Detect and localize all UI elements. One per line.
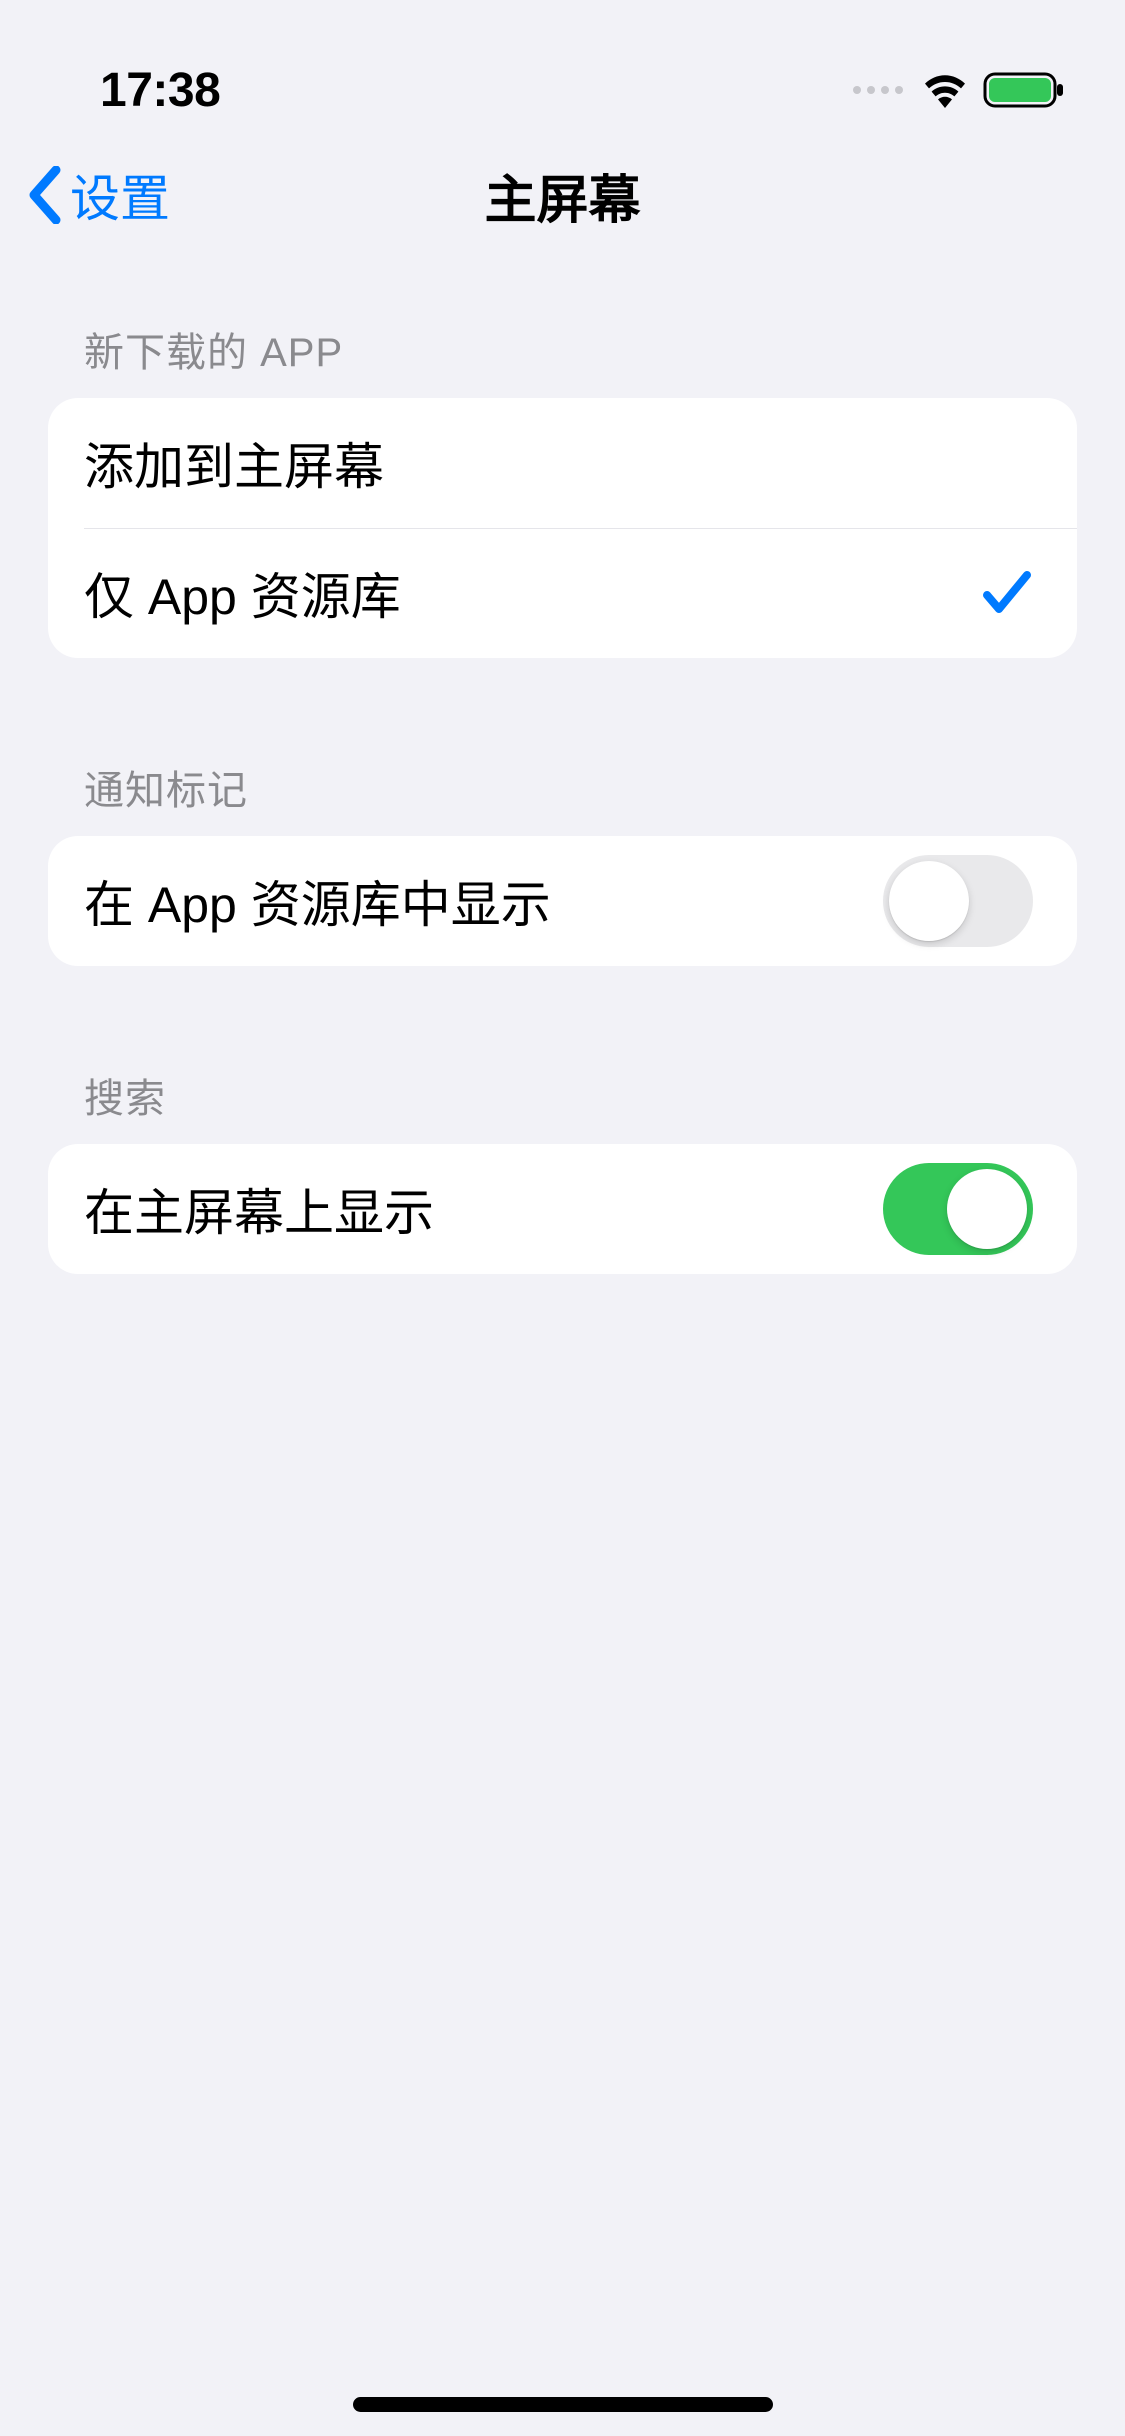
row-show-in-app-library: 在 App 资源库中显示 — [48, 836, 1077, 966]
section-header-badges: 通知标记 — [48, 758, 1077, 836]
option-app-library-only[interactable]: 仅 App 资源库 — [48, 528, 1077, 658]
content: 新下载的 APP 添加到主屏幕 仅 App 资源库 通知标记 在 App 资源库… — [0, 260, 1125, 1274]
battery-icon — [983, 70, 1065, 110]
group-badges: 在 App 资源库中显示 — [48, 836, 1077, 966]
section-header-new-downloads: 新下载的 APP — [48, 320, 1077, 398]
pagination-dots-icon — [853, 86, 903, 94]
group-search: 在主屏幕上显示 — [48, 1144, 1077, 1274]
back-button[interactable]: 设置 — [0, 159, 170, 231]
switch-show-on-home[interactable] — [883, 1163, 1033, 1255]
home-indicator[interactable] — [353, 2397, 773, 2412]
switch-show-in-app-library[interactable] — [883, 855, 1033, 947]
wifi-icon — [921, 72, 969, 108]
row-show-on-home: 在主屏幕上显示 — [48, 1144, 1077, 1274]
status-indicators — [853, 70, 1065, 110]
status-time: 17:38 — [100, 63, 220, 118]
row-label: 添加到主屏幕 — [84, 427, 384, 499]
row-label: 在 App 资源库中显示 — [84, 865, 551, 937]
navigation-bar: 设置 主屏幕 — [0, 130, 1125, 260]
row-label: 仅 App 资源库 — [84, 557, 401, 629]
group-new-downloads: 添加到主屏幕 仅 App 资源库 — [48, 398, 1077, 658]
chevron-left-icon — [28, 166, 62, 224]
option-add-to-home[interactable]: 添加到主屏幕 — [48, 398, 1077, 528]
checkmark-icon — [981, 569, 1033, 617]
status-bar: 17:38 — [0, 0, 1125, 130]
section-header-search: 搜索 — [48, 1066, 1077, 1144]
back-label: 设置 — [70, 159, 170, 231]
row-label: 在主屏幕上显示 — [84, 1173, 434, 1245]
